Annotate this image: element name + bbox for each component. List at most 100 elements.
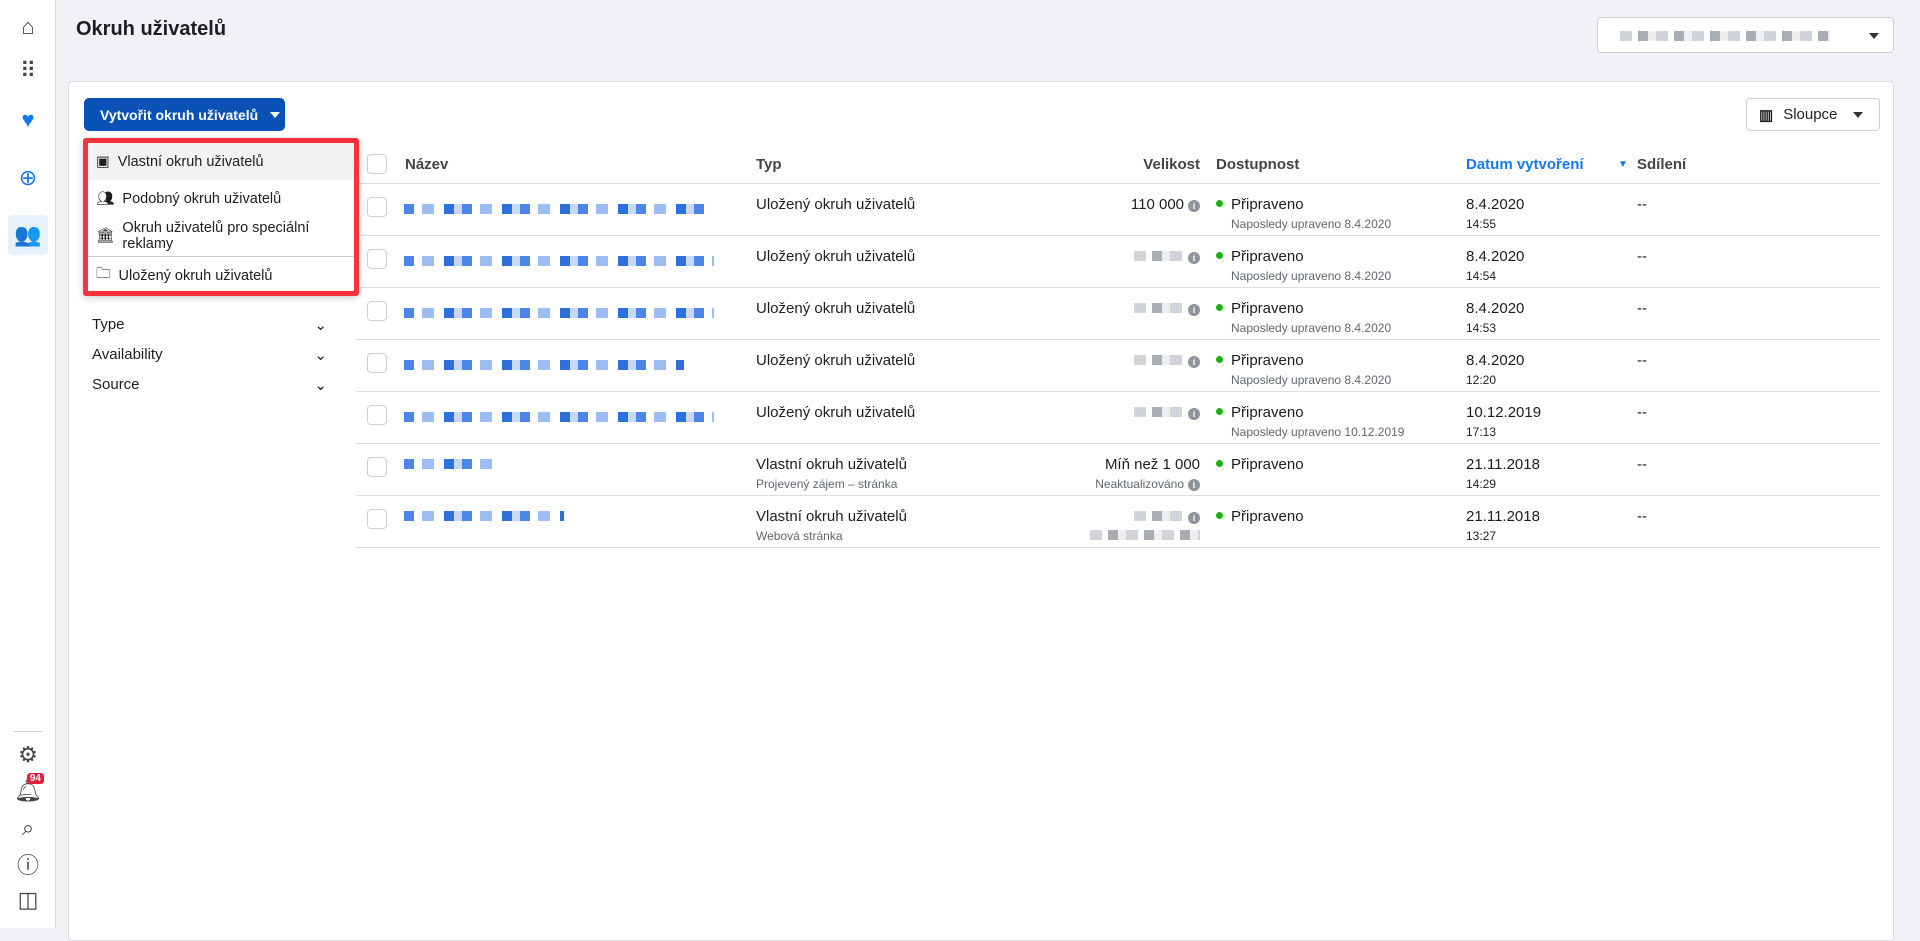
caret-down-icon bbox=[270, 111, 281, 118]
audience-name-redacted[interactable] bbox=[404, 459, 494, 469]
menu-label: Podobný okruh uživatelů bbox=[122, 190, 282, 207]
bell-icon[interactable]: 🔔︎ 94 bbox=[8, 771, 48, 811]
info-icon[interactable]: i bbox=[1188, 512, 1200, 524]
select-all-checkbox[interactable] bbox=[367, 154, 387, 174]
audiences-table: Název Typ Velikost Dostupnost Datum vytv… bbox=[356, 146, 1880, 548]
home-icon[interactable]: ⌂ bbox=[8, 7, 48, 47]
status-text: Připraveno bbox=[1231, 404, 1304, 421]
info-icon[interactable]: i bbox=[1188, 356, 1200, 368]
lookalike-icon: 👥︎ bbox=[96, 191, 115, 207]
audience-name-redacted[interactable] bbox=[404, 412, 714, 422]
filter-availability[interactable]: Availability ⌄ bbox=[92, 346, 327, 364]
audiences-icon[interactable]: 👥 bbox=[8, 215, 48, 255]
info-icon[interactable]: i bbox=[1188, 304, 1200, 316]
plus-icon[interactable]: ⊕ bbox=[8, 158, 48, 198]
row-checkbox[interactable] bbox=[367, 249, 387, 269]
audience-name-redacted[interactable] bbox=[404, 360, 684, 370]
row-checkbox[interactable] bbox=[367, 457, 387, 477]
status-sub: Naposledy upraveno 8.4.2020 bbox=[1231, 321, 1392, 335]
status-dot bbox=[1216, 356, 1223, 363]
columns-icon: ▥ bbox=[1759, 106, 1774, 124]
header-name[interactable]: Název bbox=[405, 156, 448, 173]
sort-desc-icon[interactable]: ▼ bbox=[1618, 159, 1628, 170]
info-icon[interactable]: i bbox=[1188, 200, 1200, 212]
gear-icon[interactable]: ⚙ bbox=[8, 735, 48, 775]
chevron-down-icon: ⌄ bbox=[314, 317, 327, 334]
heart-icon[interactable]: ♥ bbox=[8, 100, 48, 140]
audience-subtype: Projevený zájem – stránka bbox=[756, 477, 898, 491]
audience-name-redacted[interactable] bbox=[404, 204, 704, 214]
row-checkbox[interactable] bbox=[367, 353, 387, 373]
menu-label: Okruh uživatelů pro speciální reklamy bbox=[122, 219, 310, 252]
menu-item-custom[interactable]: ▣ Vlastní okruh uživatelů bbox=[88, 143, 354, 180]
menu-item-lookalike[interactable]: 👥︎ Podobný okruh uživatelů bbox=[88, 180, 354, 217]
table-row[interactable]: Uložený okruh uživatelů i Připraveno Napo… bbox=[356, 288, 1880, 340]
status-dot bbox=[1216, 408, 1223, 415]
create-audience-button[interactable]: Vytvořit okruh uživatelů bbox=[84, 98, 285, 131]
created-time: 14:55 bbox=[1466, 217, 1497, 231]
header-type[interactable]: Typ bbox=[756, 156, 782, 173]
info-icon[interactable]: i bbox=[1188, 252, 1200, 264]
panel-icon[interactable]: ◫ bbox=[8, 880, 48, 920]
header-created[interactable]: Datum vytvoření bbox=[1466, 156, 1584, 173]
header-availability[interactable]: Dostupnost bbox=[1216, 156, 1299, 173]
table-row[interactable]: Vlastní okruh uživatelů Projevený zájem –… bbox=[356, 444, 1880, 496]
sharing-value: -- bbox=[1637, 352, 1647, 369]
header-sharing[interactable]: Sdílení bbox=[1637, 156, 1686, 173]
status-dot bbox=[1216, 200, 1223, 207]
status-sub: Naposledy upraveno 8.4.2020 bbox=[1231, 269, 1392, 283]
header-size[interactable]: Velikost bbox=[1143, 156, 1200, 173]
status-dot bbox=[1216, 252, 1223, 259]
table-row[interactable]: Vlastní okruh uživatelů Webová stránka i … bbox=[356, 496, 1880, 548]
create-label: Vytvořit okruh uživatelů bbox=[100, 106, 259, 123]
info-icon[interactable]: i bbox=[1188, 408, 1200, 420]
info-icon[interactable]: i bbox=[1188, 479, 1200, 491]
audience-name-redacted[interactable] bbox=[404, 308, 714, 318]
created-date: 8.4.2020 bbox=[1466, 300, 1525, 317]
row-checkbox[interactable] bbox=[367, 197, 387, 217]
status-sub: Naposledy upraveno 8.4.2020 bbox=[1231, 373, 1392, 387]
row-checkbox[interactable] bbox=[367, 301, 387, 321]
created-date: 10.12.2019 bbox=[1466, 404, 1542, 421]
audience-name-redacted[interactable] bbox=[404, 511, 564, 521]
row-checkbox[interactable] bbox=[367, 405, 387, 425]
table-row[interactable]: Uložený okruh uživatelů i Připraveno Napo… bbox=[356, 340, 1880, 392]
filter-source[interactable]: Source ⌄ bbox=[92, 376, 327, 394]
filter-label: Type bbox=[92, 316, 125, 333]
status-sub: Naposledy upraveno 8.4.2020 bbox=[1231, 217, 1392, 231]
page-title: Okruh uživatelů bbox=[76, 18, 227, 40]
created-time: 13:27 bbox=[1466, 529, 1497, 543]
created-time: 14:54 bbox=[1466, 269, 1497, 283]
menu-item-special-ads[interactable]: 🏛︎ Okruh uživatelů pro speciální reklamy bbox=[88, 217, 354, 254]
filter-label: Source bbox=[92, 376, 140, 393]
size-status: Neaktualizováno bbox=[1095, 477, 1184, 491]
apps-grid-icon[interactable]: ⠿ bbox=[8, 51, 48, 91]
table-row[interactable]: Uložený okruh uživatelů i Připraveno Napo… bbox=[356, 236, 1880, 288]
account-selector[interactable] bbox=[1597, 17, 1894, 53]
audience-type: Uložený okruh uživatelů bbox=[756, 248, 916, 265]
columns-button[interactable]: ▥ Sloupce bbox=[1746, 98, 1880, 131]
created-time: 17:13 bbox=[1466, 425, 1497, 439]
table-row[interactable]: Uložený okruh uživatelů i Připraveno Napo… bbox=[356, 392, 1880, 444]
audience-size: Míň než 1 000 bbox=[1104, 456, 1200, 473]
menu-item-saved[interactable]: 🗀 Uložený okruh uživatelů bbox=[88, 257, 354, 294]
audience-type: Vlastní okruh uživatelů bbox=[756, 508, 907, 525]
filter-type[interactable]: Type ⌄ bbox=[92, 316, 327, 334]
table-row[interactable]: Uložený okruh uživatelů 110 000 i Připrav… bbox=[356, 184, 1880, 236]
sharing-value: -- bbox=[1637, 508, 1647, 525]
caret-down-icon bbox=[1853, 111, 1864, 118]
status-dot bbox=[1216, 304, 1223, 311]
menu-label: Vlastní okruh uživatelů bbox=[117, 153, 264, 170]
custom-audience-icon: ▣ bbox=[96, 153, 110, 170]
row-checkbox[interactable] bbox=[367, 509, 387, 529]
sharing-value: -- bbox=[1637, 300, 1647, 317]
created-date: 8.4.2020 bbox=[1466, 196, 1525, 213]
nav-divider bbox=[14, 731, 42, 732]
search-icon[interactable]: ⌕ bbox=[8, 808, 48, 848]
created-time: 14:29 bbox=[1466, 477, 1497, 491]
help-icon[interactable]: ⓘ bbox=[8, 844, 48, 884]
sharing-value: -- bbox=[1637, 404, 1647, 421]
filter-label: Availability bbox=[92, 346, 163, 363]
bank-icon: 🏛︎ bbox=[96, 228, 115, 244]
audience-name-redacted[interactable] bbox=[404, 256, 714, 266]
